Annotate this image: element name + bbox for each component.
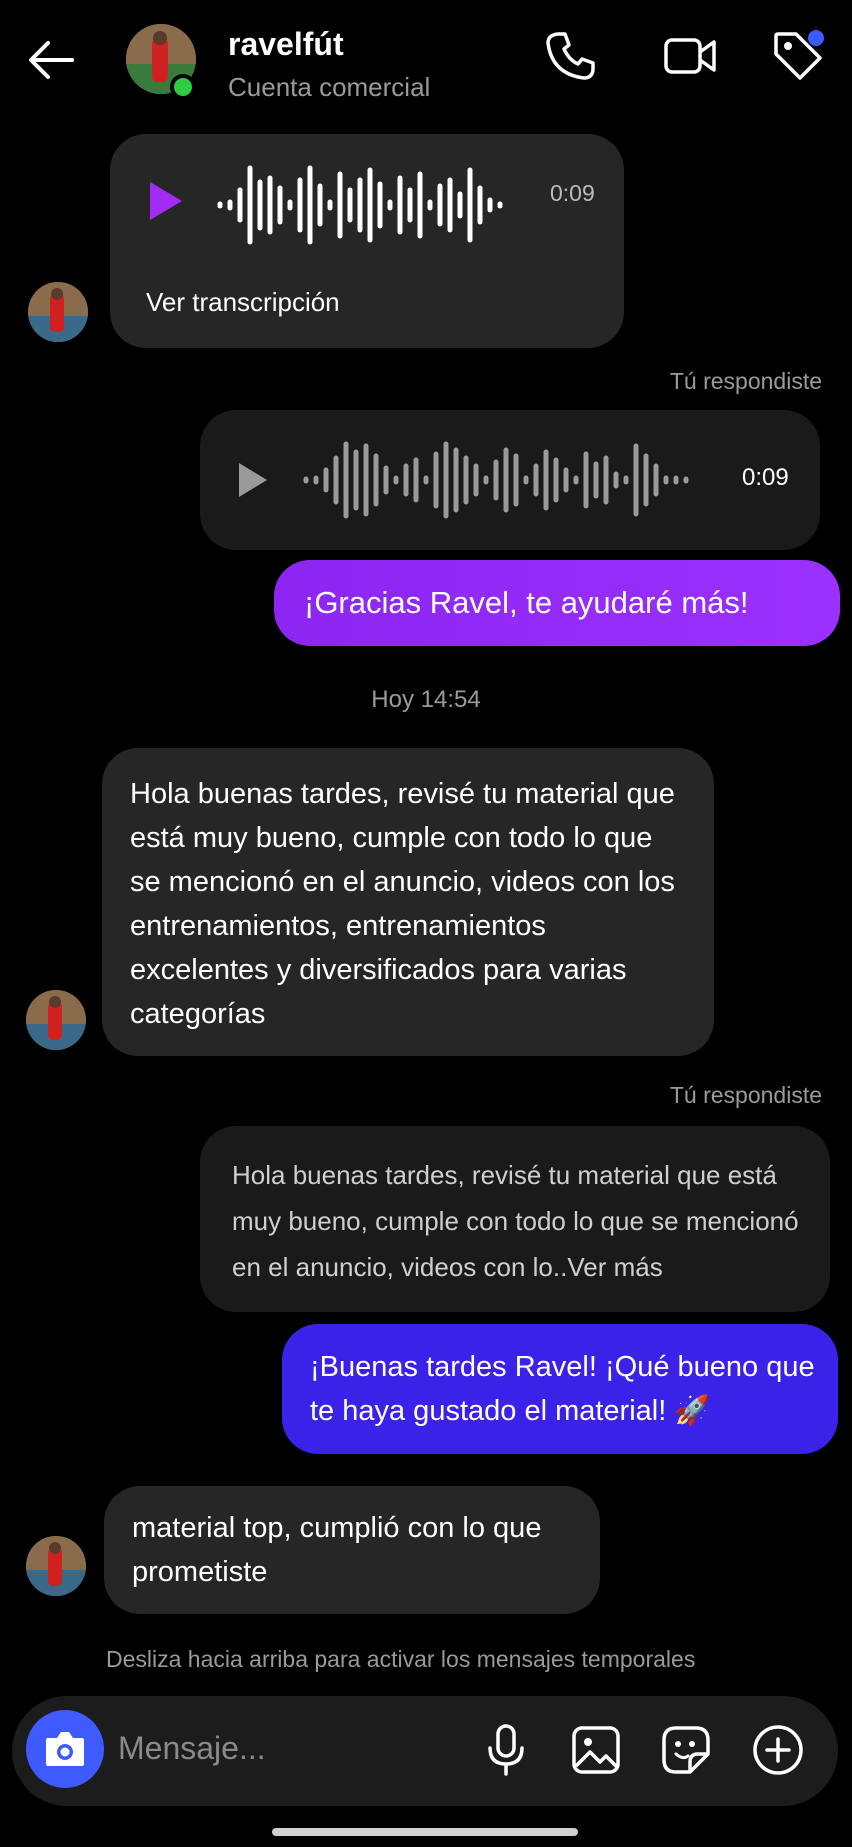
sent-message-text: ¡Gracias Ravel, te ayudaré más!	[304, 585, 749, 620]
gallery-button[interactable]	[566, 1720, 626, 1780]
video-call-button[interactable]	[660, 26, 720, 86]
back-button[interactable]	[22, 30, 82, 90]
home-indicator[interactable]	[272, 1828, 578, 1836]
received-message-text: material top, cumplió con lo que prometi…	[132, 1512, 542, 1588]
camera-icon	[46, 1732, 84, 1766]
video-camera-icon	[664, 38, 716, 74]
contact-subtitle: Cuenta comercial	[228, 72, 431, 102]
vanish-mode-hint: Desliza hacia arriba para activar los me…	[106, 1646, 696, 1672]
phone-icon	[546, 32, 595, 80]
waveform[interactable]	[302, 436, 712, 524]
voice-message-button[interactable]	[476, 1720, 536, 1780]
waveform[interactable]	[216, 160, 516, 250]
contact-avatar[interactable]	[28, 282, 88, 342]
contact-avatar[interactable]	[26, 1536, 86, 1596]
view-transcript-link[interactable]: Ver transcripción	[146, 280, 340, 324]
back-arrow-icon	[29, 41, 74, 79]
sent-message-text: ¡Buenas tardes Ravel! ¡Qué bueno que te …	[310, 1351, 815, 1427]
notification-dot	[808, 30, 824, 46]
sent-message[interactable]: ¡Buenas tardes Ravel! ¡Qué bueno que te …	[282, 1324, 838, 1454]
reply-label: Tú respondiste	[669, 1082, 822, 1108]
sticker-icon	[662, 1726, 710, 1774]
received-message-text: Hola buenas tardes, revisé tu material q…	[130, 778, 675, 1030]
message-input[interactable]: Mensaje...	[118, 1730, 266, 1767]
received-message[interactable]: Hola buenas tardes, revisé tu material q…	[102, 748, 714, 1056]
play-icon	[239, 463, 267, 497]
contact-name[interactable]: ravelfút	[228, 26, 344, 63]
voice-duration: 0:09	[742, 464, 789, 491]
voice-duration: 0:09	[550, 180, 595, 206]
play-icon	[150, 182, 182, 220]
online-status-dot	[170, 74, 196, 100]
play-button[interactable]	[236, 460, 270, 505]
quoted-message-text: Hola buenas tardes, revisé tu material q…	[232, 1160, 799, 1282]
sticker-button[interactable]	[656, 1720, 716, 1780]
call-button[interactable]	[540, 26, 600, 86]
microphone-icon	[488, 1724, 524, 1776]
plus-icon	[753, 1725, 803, 1775]
quoted-message[interactable]: Hola buenas tardes, revisé tu material q…	[200, 1126, 830, 1312]
play-button[interactable]	[146, 178, 186, 229]
received-message[interactable]: material top, cumplió con lo que prometi…	[104, 1486, 600, 1614]
timestamp: Hoy 14:54	[371, 686, 481, 713]
camera-button[interactable]	[26, 1710, 104, 1788]
image-icon	[572, 1726, 620, 1774]
sent-message[interactable]: ¡Gracias Ravel, te ayudaré más!	[274, 560, 840, 646]
more-options-button[interactable]	[748, 1720, 808, 1780]
reply-label: Tú respondiste	[669, 368, 822, 394]
contact-avatar[interactable]	[26, 990, 86, 1050]
